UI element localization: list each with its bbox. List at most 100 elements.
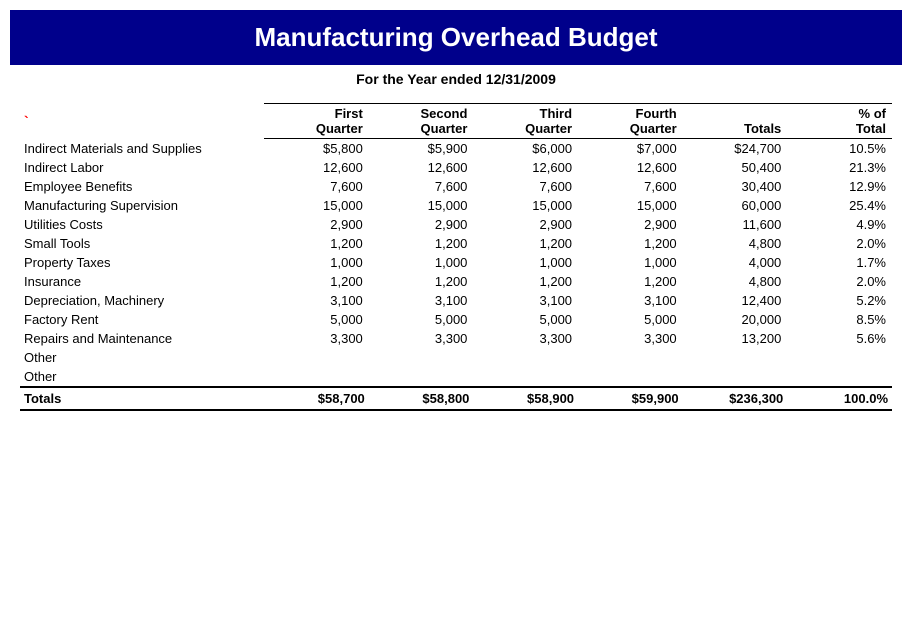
tick-cell: `	[20, 104, 264, 139]
row-4-q2: 2,900	[369, 215, 474, 234]
row-3-q3: 15,000	[473, 196, 578, 215]
row-7-q1: 1,200	[264, 272, 369, 291]
row-11-q3	[473, 348, 578, 367]
row-12-pct	[787, 367, 892, 387]
row-0-q1: $5,800	[264, 139, 369, 159]
table-row: Other	[20, 348, 892, 367]
header-q3: ThirdQuarter	[473, 104, 578, 139]
row-7-q3: 1,200	[473, 272, 578, 291]
row-8-pct: 5.2%	[787, 291, 892, 310]
row-5-label: Small Tools	[20, 234, 264, 253]
tick-mark: `	[24, 113, 29, 129]
table-row: Property Taxes1,0001,0001,0001,0004,0001…	[20, 253, 892, 272]
row-6-label: Property Taxes	[20, 253, 264, 272]
totals-label: Totals	[20, 387, 264, 410]
row-2-q4: 7,600	[578, 177, 683, 196]
row-6-q3: 1,000	[473, 253, 578, 272]
row-3-q1: 15,000	[264, 196, 369, 215]
row-8-totals: 12,400	[683, 291, 788, 310]
row-9-pct: 8.5%	[787, 310, 892, 329]
header-q2: SecondQuarter	[369, 104, 474, 139]
row-1-pct: 21.3%	[787, 158, 892, 177]
row-4-q1: 2,900	[264, 215, 369, 234]
row-7-q2: 1,200	[369, 272, 474, 291]
row-9-q2: 5,000	[369, 310, 474, 329]
row-11-q4	[578, 348, 683, 367]
table-row: Employee Benefits7,6007,6007,6007,60030,…	[20, 177, 892, 196]
row-0-totals: $24,700	[683, 139, 788, 159]
totals-q2: $58,800	[369, 387, 474, 410]
row-12-totals	[683, 367, 788, 387]
row-3-q2: 15,000	[369, 196, 474, 215]
header-q1: FirstQuarter	[264, 104, 369, 139]
row-7-label: Insurance	[20, 272, 264, 291]
row-7-totals: 4,800	[683, 272, 788, 291]
row-9-q4: 5,000	[578, 310, 683, 329]
row-10-q1: 3,300	[264, 329, 369, 348]
row-4-pct: 4.9%	[787, 215, 892, 234]
row-12-q1	[264, 367, 369, 387]
header-pct: % ofTotal	[787, 104, 892, 139]
row-12-q4	[578, 367, 683, 387]
row-10-totals: 13,200	[683, 329, 788, 348]
row-2-q1: 7,600	[264, 177, 369, 196]
row-7-q4: 1,200	[578, 272, 683, 291]
row-2-q2: 7,600	[369, 177, 474, 196]
row-11-totals	[683, 348, 788, 367]
table-row: Other	[20, 367, 892, 387]
row-9-label: Factory Rent	[20, 310, 264, 329]
row-1-q2: 12,600	[369, 158, 474, 177]
row-10-label: Repairs and Maintenance	[20, 329, 264, 348]
row-10-q3: 3,300	[473, 329, 578, 348]
row-12-label: Other	[20, 367, 264, 387]
row-5-q3: 1,200	[473, 234, 578, 253]
row-5-pct: 2.0%	[787, 234, 892, 253]
totals-q4: $59,900	[578, 387, 683, 410]
page-title: Manufacturing Overhead Budget	[10, 10, 902, 65]
row-0-q3: $6,000	[473, 139, 578, 159]
row-0-q4: $7,000	[578, 139, 683, 159]
row-6-totals: 4,000	[683, 253, 788, 272]
row-5-q4: 1,200	[578, 234, 683, 253]
row-10-q4: 3,300	[578, 329, 683, 348]
row-3-label: Manufacturing Supervision	[20, 196, 264, 215]
row-6-pct: 1.7%	[787, 253, 892, 272]
row-8-q4: 3,100	[578, 291, 683, 310]
row-6-q2: 1,000	[369, 253, 474, 272]
row-8-q3: 3,100	[473, 291, 578, 310]
row-3-pct: 25.4%	[787, 196, 892, 215]
header-totals: Totals	[683, 104, 788, 139]
row-4-q4: 2,900	[578, 215, 683, 234]
row-1-q4: 12,600	[578, 158, 683, 177]
totals-row: Totals $58,700 $58,800 $58,900 $59,900 $…	[20, 387, 892, 410]
row-3-q4: 15,000	[578, 196, 683, 215]
row-11-q1	[264, 348, 369, 367]
table-row: Small Tools1,2001,2001,2001,2004,8002.0%	[20, 234, 892, 253]
row-11-pct	[787, 348, 892, 367]
row-2-q3: 7,600	[473, 177, 578, 196]
table-row: Insurance1,2001,2001,2001,2004,8002.0%	[20, 272, 892, 291]
row-3-totals: 60,000	[683, 196, 788, 215]
row-0-label: Indirect Materials and Supplies	[20, 139, 264, 159]
totals-total: $236,300	[683, 387, 788, 410]
row-8-q1: 3,100	[264, 291, 369, 310]
row-2-pct: 12.9%	[787, 177, 892, 196]
row-0-q2: $5,900	[369, 139, 474, 159]
row-1-label: Indirect Labor	[20, 158, 264, 177]
row-5-q1: 1,200	[264, 234, 369, 253]
row-2-label: Employee Benefits	[20, 177, 264, 196]
row-0-pct: 10.5%	[787, 139, 892, 159]
table-row: Utilities Costs2,9002,9002,9002,90011,60…	[20, 215, 892, 234]
row-4-totals: 11,600	[683, 215, 788, 234]
row-1-q1: 12,600	[264, 158, 369, 177]
table-row: Indirect Materials and Supplies$5,800$5,…	[20, 139, 892, 159]
row-11-q2	[369, 348, 474, 367]
row-11-label: Other	[20, 348, 264, 367]
row-2-totals: 30,400	[683, 177, 788, 196]
table-row: Manufacturing Supervision15,00015,00015,…	[20, 196, 892, 215]
row-9-q3: 5,000	[473, 310, 578, 329]
table-row: Indirect Labor12,60012,60012,60012,60050…	[20, 158, 892, 177]
row-9-q1: 5,000	[264, 310, 369, 329]
row-10-q2: 3,300	[369, 329, 474, 348]
totals-pct: 100.0%	[787, 387, 892, 410]
